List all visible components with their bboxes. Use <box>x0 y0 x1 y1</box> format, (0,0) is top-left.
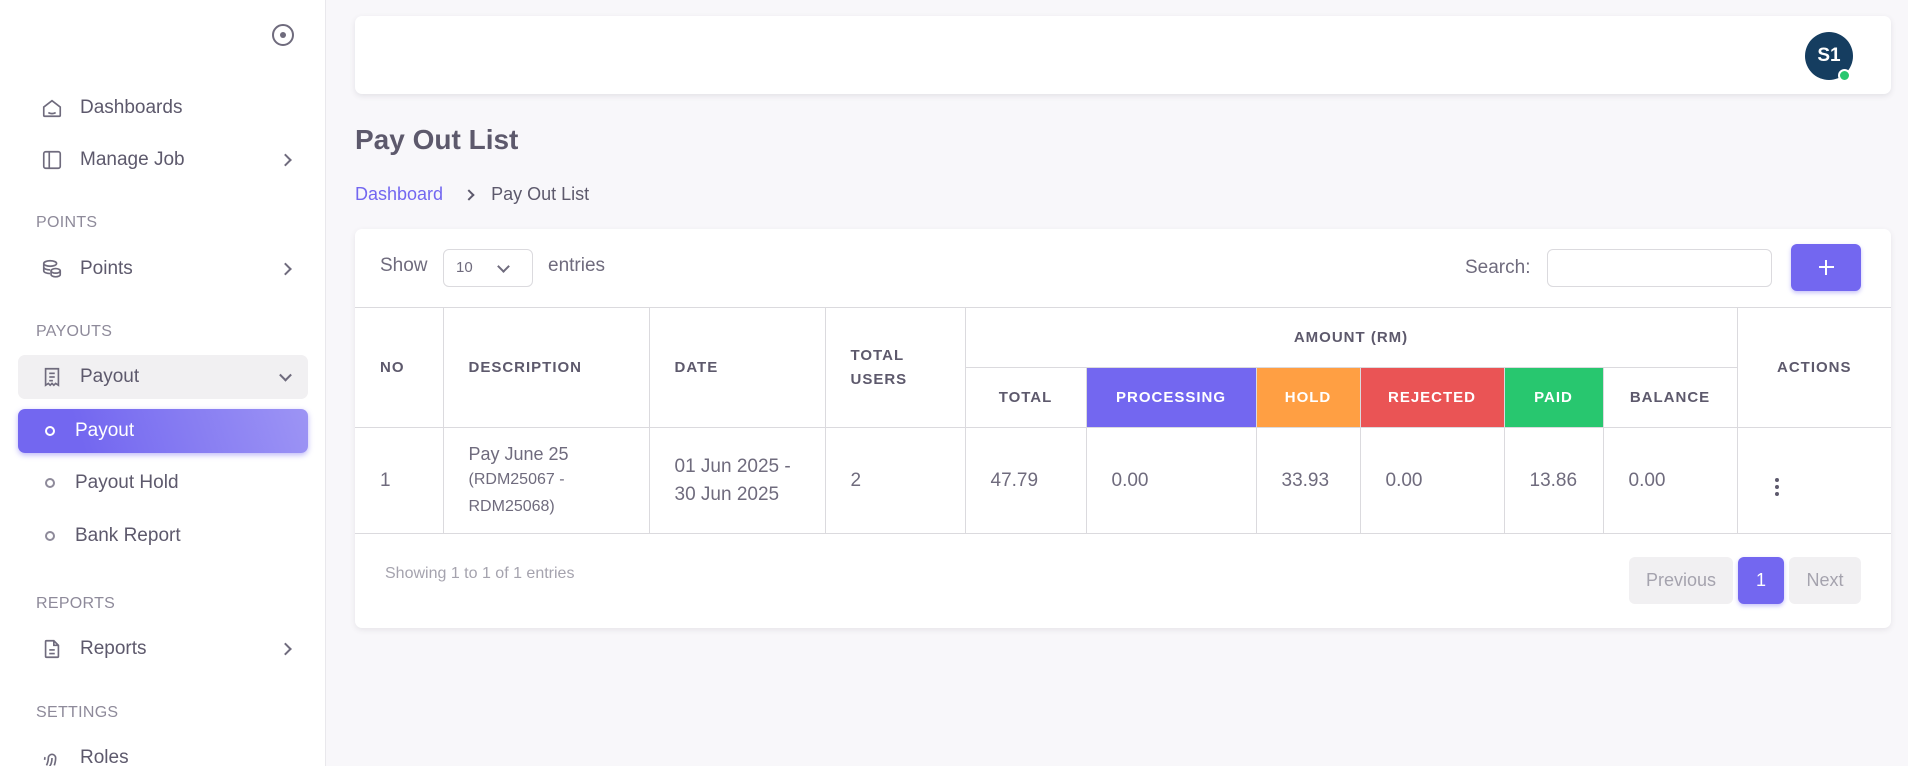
col-header-total-users: TOTAL USERS <box>824 307 966 428</box>
receipt-icon <box>40 365 64 389</box>
sidebar-subitem-payout-hold[interactable]: Payout Hold <box>18 461 308 505</box>
pagination-next-button[interactable]: Next <box>1789 557 1861 604</box>
breadcrumb: Dashboard Pay Out List <box>355 184 589 205</box>
sidebar-item-label: Reports <box>80 638 147 659</box>
page-length-value: 10 <box>456 259 473 276</box>
col-header-hold: HOLD <box>1255 367 1361 428</box>
chevron-right-icon <box>279 642 292 656</box>
table-row: 1 Pay June 25 (RDM25067 - RDM25068) 01 J… <box>355 427 1891 534</box>
cell-total-users: 2 <box>824 427 966 534</box>
sidebar-subitem-payout[interactable]: Payout <box>18 409 308 453</box>
col-header-processing: PROCESSING <box>1085 367 1257 428</box>
online-status-dot <box>1838 69 1851 82</box>
sidebar-item-roles[interactable]: Roles <box>18 736 308 766</box>
col-header-description: DESCRIPTION <box>442 307 650 428</box>
cell-rejected: 0.00 <box>1359 427 1505 534</box>
page-title: Pay Out List <box>355 124 519 155</box>
circle-icon <box>45 426 55 436</box>
date-range: 01 Jun 2025 - 30 Jun 2025 <box>674 455 791 505</box>
cell-no: 1 <box>355 427 444 534</box>
col-header-no: NO <box>355 307 444 428</box>
col-header-rejected: REJECTED <box>1359 367 1505 428</box>
sidebar-item-points[interactable]: Points <box>18 247 308 291</box>
search-label: Search: <box>1465 257 1531 278</box>
payout-list-card: Show 10 entries Search: NO DESCRIPTION D… <box>355 229 1891 628</box>
cell-date: 01 Jun 2025 - 30 Jun 2025 <box>648 427 826 534</box>
page-length-select[interactable]: 10 <box>443 249 533 287</box>
sidebar: Dashboards Manage Job POINTS Points PAYO… <box>0 0 326 766</box>
description-sub: (RDM25067 - RDM25068) <box>468 470 565 515</box>
sidebar-item-label: Bank Report <box>75 525 181 546</box>
coins-icon <box>40 257 64 281</box>
section-title-reports: REPORTS <box>36 595 116 612</box>
sidebar-toggle-icon[interactable] <box>272 24 294 46</box>
cell-processing: 0.00 <box>1085 427 1257 534</box>
section-title-points: POINTS <box>36 214 98 231</box>
add-payout-button[interactable] <box>1791 244 1861 291</box>
sidebar-item-payout-group[interactable]: Payout <box>18 355 308 399</box>
file-text-icon <box>40 637 64 661</box>
sidebar-item-label: Payout <box>80 366 140 387</box>
sidebar-subitem-bank-report[interactable]: Bank Report <box>18 514 308 558</box>
layout-sidebar-icon <box>40 148 64 172</box>
col-header-date: DATE <box>648 307 826 428</box>
cell-balance: 0.00 <box>1602 427 1738 534</box>
fingerprint-icon <box>40 746 64 766</box>
sidebar-item-label: Manage Job <box>80 149 185 170</box>
show-label: Show <box>380 255 428 276</box>
pagination-previous-button[interactable]: Previous <box>1629 557 1733 604</box>
more-vertical-icon[interactable] <box>1774 477 1779 496</box>
chevron-right-icon <box>279 153 292 167</box>
col-header-actions: ACTIONS <box>1736 307 1891 428</box>
topbar: S1 <box>355 16 1891 94</box>
pagination-page-button[interactable]: 1 <box>1738 557 1784 604</box>
sidebar-item-label: Points <box>80 258 133 279</box>
breadcrumb-link-dashboard[interactable]: Dashboard <box>355 184 443 205</box>
sidebar-item-label: Payout Hold <box>75 472 179 493</box>
entries-label: entries <box>548 255 606 276</box>
chevron-down-icon <box>497 260 510 273</box>
payout-table: NO DESCRIPTION DATE TOTAL USERS AMOUNT (… <box>355 307 1891 534</box>
cell-actions <box>1736 427 1891 534</box>
chevron-right-icon <box>279 262 292 276</box>
cell-total: 47.79 <box>964 427 1087 534</box>
sidebar-item-label: Payout <box>75 420 135 441</box>
col-header-amount-group: AMOUNT (RM) <box>964 307 1738 368</box>
cell-hold: 33.93 <box>1255 427 1361 534</box>
sidebar-item-manage-job[interactable]: Manage Job <box>18 138 308 182</box>
col-header-total: TOTAL <box>965 367 1087 428</box>
circle-icon <box>45 478 55 488</box>
sidebar-item-label: Roles <box>80 747 129 766</box>
sidebar-item-dashboards[interactable]: Dashboards <box>18 86 308 130</box>
chevron-down-icon <box>279 368 292 382</box>
description-title: Pay June 25 <box>468 443 569 464</box>
cell-paid: 13.86 <box>1503 427 1604 534</box>
col-header-paid: PAID <box>1503 367 1604 428</box>
breadcrumb-current: Pay Out List <box>491 184 590 204</box>
home-icon <box>40 96 64 120</box>
sidebar-item-label: Dashboards <box>80 97 183 118</box>
section-title-settings: SETTINGS <box>36 704 119 721</box>
section-title-payouts: PAYOUTS <box>36 323 113 340</box>
cell-description: Pay June 25 (RDM25067 - RDM25068) <box>442 427 650 534</box>
chevron-right-icon <box>463 188 475 201</box>
col-header-balance: BALANCE <box>1602 367 1737 428</box>
table-info: Showing 1 to 1 of 1 entries <box>385 565 575 582</box>
search-input[interactable] <box>1547 249 1772 287</box>
sidebar-item-reports[interactable]: Reports <box>18 627 308 671</box>
pagination: Previous 1 Next <box>1629 557 1861 604</box>
circle-icon <box>45 531 55 541</box>
